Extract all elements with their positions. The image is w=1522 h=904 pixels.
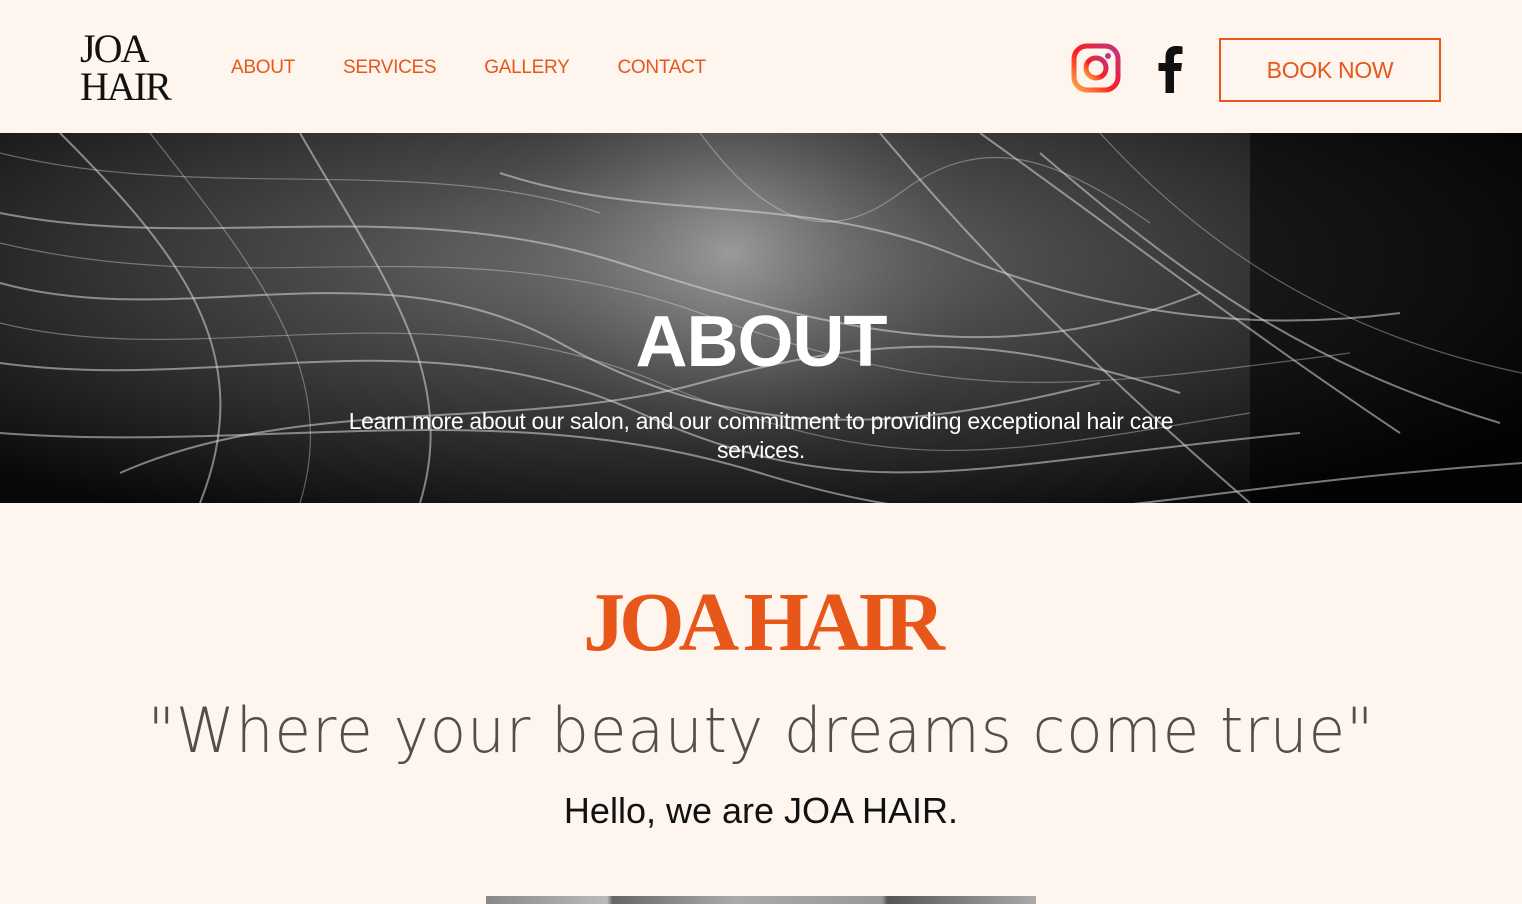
salon-image xyxy=(486,896,1036,904)
greeting-text: Hello, we are JOA HAIR. xyxy=(563,790,959,831)
logo-line-1: JOA xyxy=(80,26,149,71)
hero-banner: ABOUT Learn more about our salon, and ou… xyxy=(0,133,1522,503)
instagram-icon[interactable] xyxy=(1071,43,1121,93)
nav-item-about[interactable]: ABOUT xyxy=(231,57,295,79)
tagline: "Where your beauty dreams come true" xyxy=(147,694,1375,767)
site-header: JOA HAIR ABOUT SERVICES GALLERY CONTACT xyxy=(0,0,1522,133)
brand-heading: JOA HAIR xyxy=(583,576,945,669)
logo-line-2: HAIR xyxy=(80,64,172,109)
nav-item-gallery[interactable]: GALLERY xyxy=(484,57,570,79)
main-nav: ABOUT SERVICES GALLERY CONTACT xyxy=(231,57,754,79)
facebook-icon[interactable] xyxy=(1150,43,1190,93)
hero-title: ABOUT xyxy=(635,302,888,382)
nav-item-contact[interactable]: CONTACT xyxy=(618,57,707,79)
hero-subtitle: Learn more about our salon, and our comm… xyxy=(348,408,1174,463)
book-now-button[interactable]: BOOK NOW xyxy=(1219,38,1441,102)
site-logo[interactable]: JOA HAIR xyxy=(80,26,180,109)
nav-item-services[interactable]: SERVICES xyxy=(343,57,437,79)
